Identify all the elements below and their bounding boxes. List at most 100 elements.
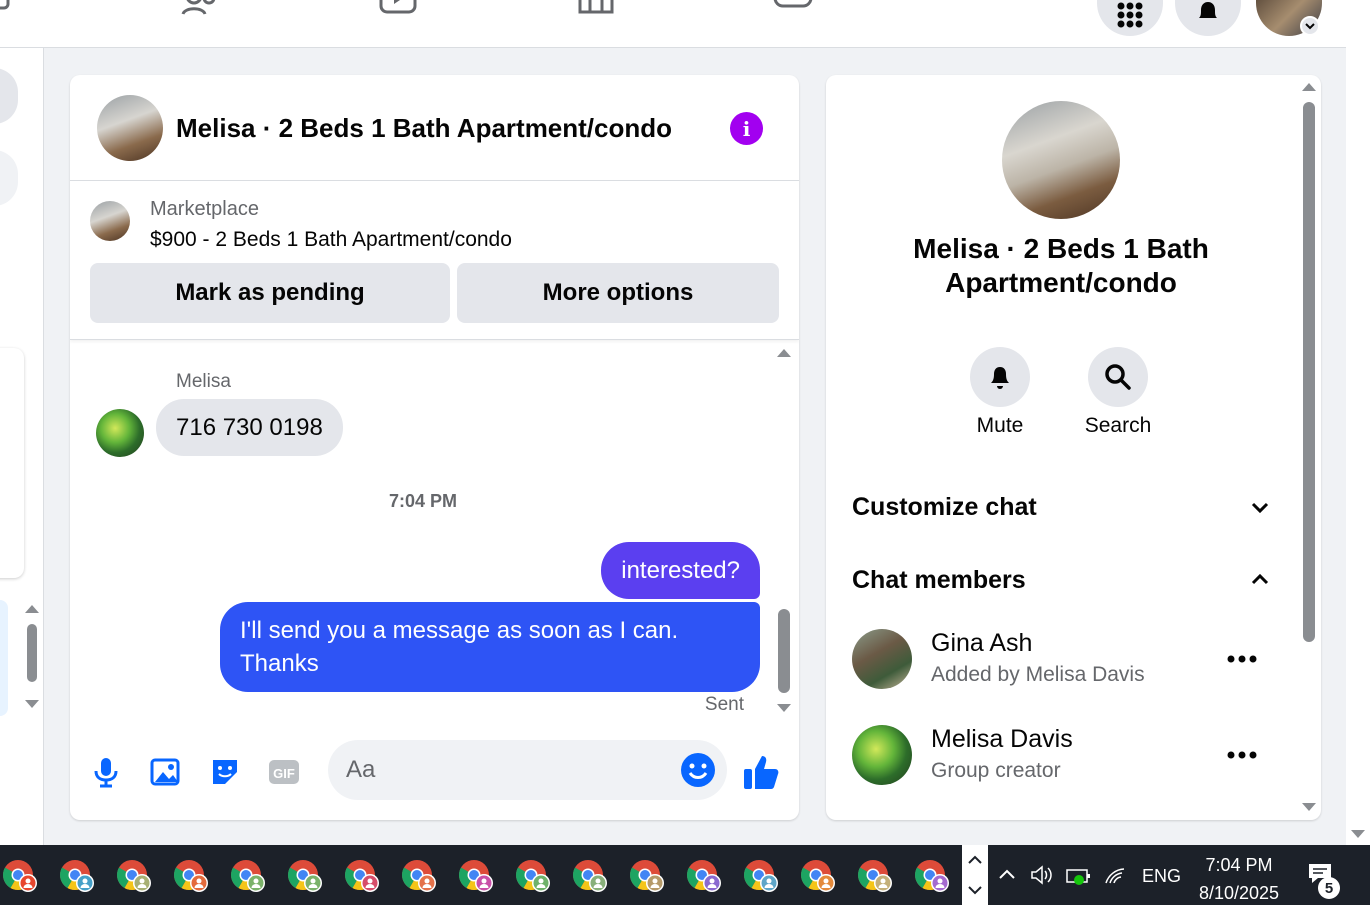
member-subtitle: Added by Melisa Davis bbox=[931, 663, 1145, 686]
conversation-title[interactable]: Melisa · 2 Beds 1 Bath Apartment/condo bbox=[176, 113, 672, 144]
search-label: Search bbox=[1084, 414, 1152, 437]
taskbar-apps bbox=[0, 845, 962, 905]
chrome-taskbar-icon[interactable] bbox=[401, 859, 436, 893]
sender-avatar[interactable] bbox=[96, 409, 144, 457]
member-avatar[interactable] bbox=[852, 629, 912, 689]
input-language[interactable]: ENG bbox=[1142, 866, 1181, 887]
thumbs-up-icon[interactable] bbox=[743, 753, 781, 791]
selected-chat-edge[interactable] bbox=[0, 600, 8, 716]
message-composer: GIF bbox=[70, 721, 799, 820]
mute-label: Mute bbox=[976, 414, 1024, 437]
message-list: Melisa 716 730 0198 7:04 PM interested? … bbox=[70, 341, 799, 721]
menu-grid-icon bbox=[1117, 2, 1143, 28]
account-menu-chevron-icon[interactable] bbox=[1300, 16, 1320, 36]
mute-button[interactable]: Mute bbox=[950, 347, 1050, 438]
message-list-scrollbar[interactable] bbox=[776, 341, 792, 721]
more-options-icon[interactable] bbox=[1226, 643, 1258, 675]
chrome-taskbar-icon[interactable] bbox=[173, 859, 208, 893]
photo-icon[interactable] bbox=[149, 755, 183, 789]
chrome-taskbar-icon[interactable] bbox=[914, 859, 949, 893]
top-navigation-bar bbox=[0, 0, 1346, 48]
listing-price-title[interactable]: $900 - 2 Beds 1 Bath Apartment/condo bbox=[150, 228, 512, 252]
member-avatar[interactable] bbox=[852, 725, 912, 785]
system-clock[interactable]: 7:04 PM 8/10/2025 bbox=[1184, 851, 1294, 905]
notifications-bell-icon bbox=[1199, 2, 1217, 18]
member-subtitle: Group creator bbox=[931, 759, 1061, 782]
info-panel-scrollbar[interactable] bbox=[1300, 80, 1318, 815]
chrome-taskbar-icon[interactable] bbox=[743, 859, 778, 893]
message-input-box bbox=[328, 740, 727, 800]
outgoing-message[interactable]: interested? bbox=[601, 542, 760, 599]
battery-icon[interactable] bbox=[1066, 866, 1092, 886]
video-icon[interactable] bbox=[378, 0, 418, 22]
taskbar-scroll[interactable] bbox=[962, 845, 988, 905]
chat-list-scrollbar[interactable] bbox=[24, 602, 40, 712]
search-button[interactable]: Search bbox=[1068, 347, 1168, 438]
menu-grid-button[interactable] bbox=[1097, 0, 1163, 36]
notifications-button[interactable] bbox=[1175, 0, 1241, 36]
sidebar-compose-button[interactable] bbox=[0, 150, 18, 206]
chat-members-title: Chat members bbox=[852, 565, 1026, 594]
chrome-taskbar-icon[interactable] bbox=[116, 859, 151, 893]
mark-as-pending-button[interactable]: Mark as pending bbox=[90, 263, 450, 323]
more-options-button[interactable]: More options bbox=[457, 263, 779, 323]
show-hidden-icons-chevron-icon[interactable] bbox=[998, 867, 1016, 881]
conversation-panel: Melisa · 2 Beds 1 Bath Apartment/condo i… bbox=[70, 75, 799, 820]
sender-name: Melisa bbox=[176, 371, 231, 392]
chat-member-row[interactable]: Gina Ash Added by Melisa Davis bbox=[852, 629, 1272, 701]
info-icon[interactable]: i bbox=[730, 112, 763, 145]
chrome-taskbar-icon[interactable] bbox=[230, 859, 265, 893]
microphone-icon[interactable] bbox=[89, 755, 123, 789]
outgoing-message[interactable]: I'll send you a message as soon as I can… bbox=[220, 602, 760, 692]
search-icon bbox=[1105, 364, 1131, 390]
listing-thumbnail[interactable] bbox=[90, 201, 130, 241]
conversation-info-title: Melisa · 2 Beds 1 Bath Apartment/condo bbox=[913, 233, 1209, 298]
chrome-taskbar-icon[interactable] bbox=[572, 859, 607, 893]
wifi-icon[interactable] bbox=[1104, 865, 1128, 885]
message-input[interactable] bbox=[346, 740, 666, 800]
emoji-icon[interactable] bbox=[680, 752, 716, 788]
conversation-header: Melisa · 2 Beds 1 Bath Apartment/condo i bbox=[70, 75, 799, 181]
conversation-info-panel: Melisa · 2 Beds 1 Bath Apartment/condo M… bbox=[826, 75, 1321, 820]
chrome-taskbar-icon[interactable] bbox=[287, 859, 322, 893]
gaming-icon[interactable] bbox=[773, 0, 813, 22]
pages-icon[interactable] bbox=[0, 0, 22, 22]
customize-chat-title: Customize chat bbox=[852, 492, 1037, 521]
windows-taskbar: ENG 7:04 PM 8/10/2025 5 bbox=[0, 845, 1370, 905]
chrome-taskbar-icon[interactable] bbox=[515, 859, 550, 893]
conversation-avatar[interactable] bbox=[97, 95, 163, 161]
chrome-taskbar-icon[interactable] bbox=[344, 859, 379, 893]
gif-icon[interactable]: GIF bbox=[267, 755, 301, 789]
svg-text:GIF: GIF bbox=[273, 766, 295, 781]
chrome-taskbar-icon[interactable] bbox=[800, 859, 835, 893]
sticker-icon[interactable] bbox=[208, 755, 242, 789]
clock-date: 8/10/2025 bbox=[1198, 883, 1280, 903]
chrome-taskbar-icon[interactable] bbox=[59, 859, 94, 893]
message-timestamp: 7:04 PM bbox=[388, 491, 458, 511]
marketplace-icon[interactable] bbox=[576, 0, 616, 22]
customize-chat-section[interactable]: Customize chat bbox=[852, 487, 1272, 527]
member-name: Gina Ash bbox=[931, 629, 1033, 657]
sidebar-settings-button[interactable] bbox=[0, 68, 18, 124]
system-tray: ENG 7:04 PM 8/10/2025 5 bbox=[988, 845, 1370, 905]
chevron-up-icon bbox=[1251, 573, 1269, 585]
more-options-icon[interactable] bbox=[1226, 739, 1258, 771]
conversation-info-avatar bbox=[1002, 101, 1120, 219]
listing-source: Marketplace bbox=[150, 198, 259, 220]
clock-time: 7:04 PM bbox=[1205, 855, 1273, 875]
chrome-taskbar-icon[interactable] bbox=[629, 859, 664, 893]
groups-icon[interactable] bbox=[180, 0, 220, 22]
chrome-taskbar-icon[interactable] bbox=[686, 859, 721, 893]
chat-members-section[interactable]: Chat members bbox=[852, 560, 1272, 600]
chat-member-row[interactable]: Melisa Davis Group creator bbox=[852, 725, 1272, 797]
bell-icon bbox=[991, 367, 1009, 389]
chrome-taskbar-icon[interactable] bbox=[2, 859, 37, 893]
page-scrollbar[interactable] bbox=[1346, 0, 1370, 845]
message-status: Sent bbox=[704, 694, 744, 715]
incoming-message[interactable]: 716 730 0198 bbox=[156, 399, 343, 456]
chrome-taskbar-icon[interactable] bbox=[458, 859, 493, 893]
chrome-taskbar-icon[interactable] bbox=[857, 859, 892, 893]
chevron-down-icon bbox=[1251, 502, 1269, 514]
member-name: Melisa Davis bbox=[931, 725, 1073, 753]
volume-icon[interactable] bbox=[1030, 865, 1054, 885]
